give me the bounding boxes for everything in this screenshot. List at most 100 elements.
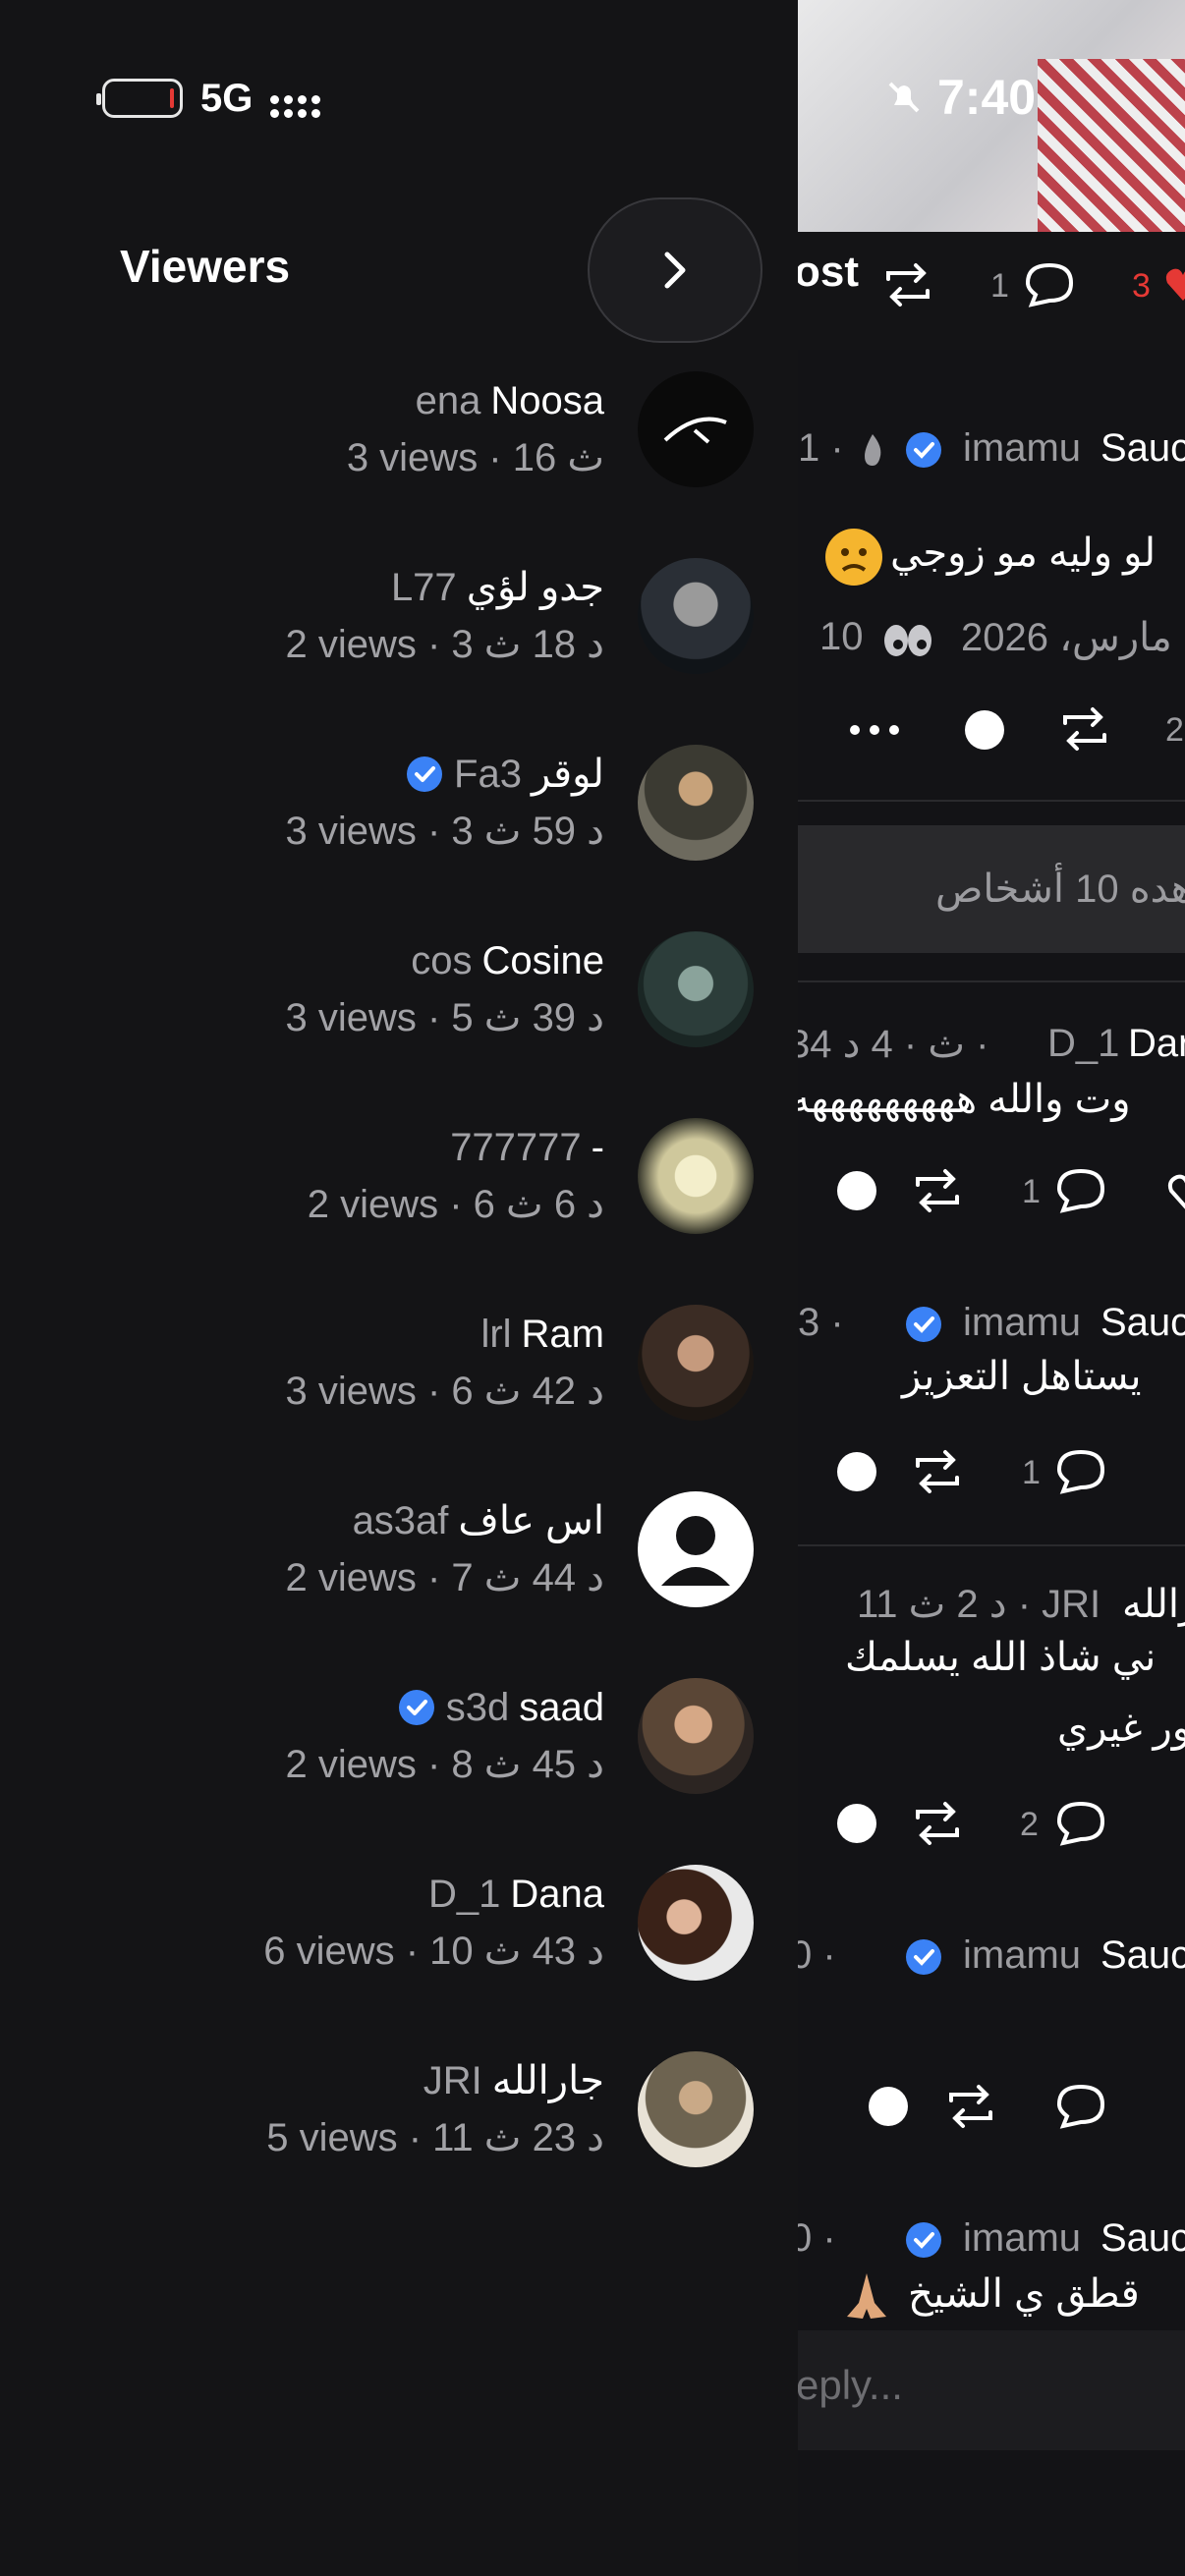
- comment-count: 1: [990, 267, 1009, 305]
- reply-text: وت والله هههههههههه: [798, 1078, 1131, 1121]
- viewer-meta: 2 views · 7 د 44 ث: [285, 1556, 604, 1599]
- viewer-handle: D_1: [427, 1873, 501, 1916]
- comment-icon[interactable]: [1053, 1165, 1108, 1214]
- reply-meta: 0 ·: [798, 1933, 836, 1977]
- viewer-handle: lrl: [480, 1313, 512, 1356]
- viewer-row[interactable]: D_1 Dana 6 views · 10 د 43 ث: [0, 1859, 798, 2045]
- viewer-row[interactable]: cos Cosine 3 views · 5 د 39 ث: [0, 925, 798, 1112]
- more-icon[interactable]: [847, 715, 906, 745]
- reply-meta: 34 ث · 4 د ·: [798, 1023, 989, 1066]
- flame-icon: [865, 434, 881, 466]
- avatar[interactable]: [638, 745, 754, 861]
- post-meta: 1 ·: [798, 426, 844, 470]
- repost-icon[interactable]: [1057, 705, 1112, 753]
- reply-placeholder: eply...: [798, 2362, 903, 2408]
- sad-face-icon: [825, 529, 882, 586]
- comment-icon[interactable]: [1053, 2081, 1108, 2130]
- viewers-drawer: 5G Viewers ena Noosa 3 views · 16 ث L77 …: [0, 0, 798, 2576]
- viewer-meta: 2 views · 8 د 45 ث: [285, 1743, 604, 1786]
- avatar[interactable]: [638, 2051, 754, 2167]
- repost-icon[interactable]: [910, 1800, 965, 1847]
- reply-meta: 11 د 2 ث · JRI: [857, 1583, 1101, 1626]
- viewer-meta: 2 views · 3 د 18 ث: [285, 623, 604, 666]
- viewer-row[interactable]: JRI جارالله 5 views · 11 د 23 ث: [0, 2045, 798, 2232]
- repost-icon[interactable]: [910, 1448, 965, 1495]
- viewer-handle: s3d: [445, 1686, 510, 1729]
- viewer-row[interactable]: s3d saad 2 views · 8 د 45 ث: [0, 1672, 798, 1859]
- post-views: 10: [819, 615, 864, 658]
- viewer-meta: 3 views · 16 ث: [346, 436, 604, 479]
- like-icon[interactable]: [837, 1804, 876, 1843]
- repost-icon[interactable]: [880, 261, 935, 308]
- post-image: 7:40: [798, 0, 1185, 232]
- page-title: Viewers: [120, 241, 291, 292]
- like-icon[interactable]: [837, 1171, 876, 1210]
- reply-author-name[interactable]: Sauc: [1100, 1301, 1185, 1345]
- viewer-meta: 3 views · 6 د 42 ث: [285, 1370, 604, 1413]
- close-drawer-button[interactable]: [588, 197, 762, 343]
- reply-author-handle[interactable]: imamu: [963, 2216, 1081, 2261]
- post-author-handle[interactable]: imamu: [963, 426, 1081, 471]
- repost-icon[interactable]: [943, 2083, 998, 2130]
- reply-text: قطق ي الشيخ: [908, 2272, 1140, 2316]
- avatar[interactable]: [638, 1118, 754, 1234]
- like-icon[interactable]: [965, 710, 1004, 750]
- reply-author-handle[interactable]: imamu: [963, 1301, 1081, 1345]
- reply-meta: 3 ·: [798, 1301, 844, 1344]
- reply-author-handle[interactable]: imamu: [963, 1933, 1081, 1978]
- reply-author-name[interactable]: رالله: [1122, 1582, 1185, 1627]
- verified-icon: [398, 1690, 434, 1725]
- reply-comment-count: 2: [1020, 1806, 1039, 1843]
- viewer-name: saad: [519, 1686, 604, 1729]
- post-action-bar: ost 1 3: [798, 232, 1185, 350]
- signal-icon: [270, 79, 321, 118]
- avatar[interactable]: [638, 371, 754, 487]
- viewer-name: Cosine: [481, 939, 604, 982]
- reply-author-name[interactable]: Sauc: [1100, 2216, 1185, 2261]
- heart-outline-icon[interactable]: [1167, 1169, 1185, 1212]
- reply-text-line2: ور غيري: [1057, 1707, 1185, 1750]
- post-text: لو وليه مو زوجي: [890, 532, 1156, 575]
- viewer-row[interactable]: Fa3 لوقر 3 views · 3 د 59 ث: [0, 739, 798, 925]
- viewer-handle: L77: [390, 566, 457, 609]
- viewer-row[interactable]: as3af اس عاف 2 views · 7 د 44 ث: [0, 1485, 798, 1672]
- viewer-name: اس عاف: [458, 1499, 604, 1542]
- avatar[interactable]: [638, 931, 754, 1047]
- avatar[interactable]: [638, 1865, 754, 1981]
- reply-comment-count: 1: [1022, 1173, 1041, 1210]
- status-clock: 7:40: [884, 69, 1036, 126]
- like-icon[interactable]: [837, 1452, 876, 1491]
- reply-author-handle[interactable]: D_1: [1047, 1022, 1119, 1066]
- repost-icon[interactable]: [910, 1167, 965, 1214]
- viewer-row[interactable]: L77 جدو لؤي 2 views · 3 د 18 ث: [0, 552, 798, 739]
- viewer-handle: cos: [411, 939, 473, 982]
- viewer-meta: 6 views · 10 د 43 ث: [263, 1930, 604, 1973]
- reply-meta: 0 ·: [798, 2216, 836, 2260]
- tab-post[interactable]: ost: [798, 248, 859, 297]
- avatar[interactable]: [638, 1305, 754, 1421]
- viewer-meta: 2 views · 6 د 6 ث: [307, 1183, 604, 1226]
- viewer-handle: Fa3: [454, 753, 522, 796]
- reply-author-name[interactable]: Dar: [1128, 1022, 1185, 1066]
- heart-icon[interactable]: [1163, 261, 1185, 305]
- viewer-name: جارالله: [491, 2059, 604, 2102]
- like-icon[interactable]: [869, 2087, 908, 2126]
- viewer-row[interactable]: 777777- 2 views · 6 د 6 ث: [0, 1112, 798, 1299]
- reply-text: ني شاذ الله يسلمك: [845, 1636, 1157, 1679]
- default-avatar-icon[interactable]: [638, 1491, 754, 1607]
- viewer-handle: ena: [415, 379, 481, 422]
- comment-icon[interactable]: [1053, 1446, 1108, 1495]
- verified-icon: [906, 432, 941, 468]
- viewer-handle: as3af: [352, 1499, 449, 1542]
- viewer-name: Noosa: [490, 379, 604, 422]
- verified-icon: [906, 2222, 941, 2258]
- viewer-row[interactable]: lrl Ram 3 views · 6 د 42 ث: [0, 1299, 798, 1485]
- comment-icon[interactable]: [1053, 1798, 1108, 1847]
- viewer-row[interactable]: ena Noosa 3 views · 16 ث: [0, 365, 798, 552]
- verified-icon: [407, 756, 443, 792]
- reply-author-name[interactable]: Sauc: [1100, 1933, 1185, 1978]
- avatar[interactable]: [638, 558, 754, 674]
- avatar[interactable]: [638, 1678, 754, 1794]
- comment-icon[interactable]: [1022, 259, 1077, 308]
- post-author-name[interactable]: Sauc: [1100, 426, 1185, 471]
